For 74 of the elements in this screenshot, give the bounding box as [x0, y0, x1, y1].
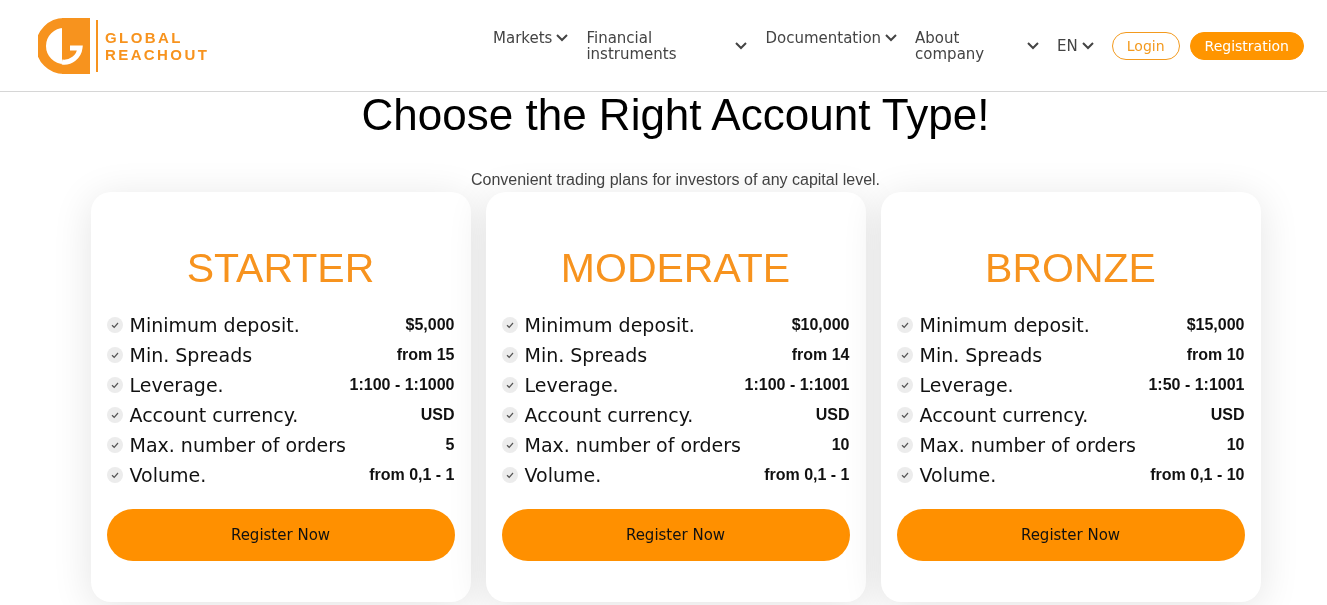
check-icon — [501, 377, 518, 393]
check-icon — [106, 347, 123, 363]
logo-icon — [38, 17, 90, 74]
nav-link[interactable]: About company — [915, 29, 1040, 62]
feature-value: from 0,1 - 1 — [369, 466, 455, 484]
feature-value: 10 — [831, 436, 850, 454]
section-title: Choose the Right Account Type! — [360, 92, 991, 138]
feature-label: Minimum deposit. — [129, 314, 300, 336]
feature-label: Minimum deposit. — [524, 314, 695, 336]
feature-label: Min. Spreads — [919, 344, 1043, 366]
feature-label: Leverage. — [919, 374, 1014, 396]
check-icon — [106, 377, 123, 393]
feature-label: Minimum deposit. — [919, 314, 1090, 336]
chevron-down-icon — [885, 33, 898, 42]
check-icon — [896, 437, 913, 453]
chevron-down-icon — [556, 33, 569, 42]
feature-label: Account currency. — [524, 404, 694, 426]
feature-label: Volume. — [919, 464, 997, 486]
plan-title: MODERATE — [559, 244, 792, 292]
check-icon — [106, 467, 123, 483]
register-button[interactable]: Register Now — [501, 509, 850, 561]
feature-value: from 14 — [791, 346, 850, 364]
feature-value: from 0,1 - 10 — [1150, 466, 1245, 484]
feature-value: USD — [1210, 406, 1245, 424]
check-icon — [896, 377, 913, 393]
feature-value: $5,000 — [405, 316, 455, 334]
check-icon — [896, 407, 913, 423]
feature-value: 5 — [445, 436, 455, 454]
check-icon — [896, 317, 913, 333]
feature-value: from 10 — [1186, 346, 1245, 364]
brand-name: GLOBAL REACHOUT — [105, 28, 210, 63]
check-icon — [106, 437, 123, 453]
feature-label: Leverage. — [129, 374, 224, 396]
nav-link[interactable]: Documentation — [765, 29, 898, 46]
feature-value: USD — [815, 406, 850, 424]
feature-value: 1:100 - 1:1001 — [744, 376, 850, 394]
check-icon — [501, 407, 518, 423]
feature-value: $15,000 — [1186, 316, 1245, 334]
feature-value: $10,000 — [791, 316, 850, 334]
chevron-down-icon — [735, 41, 748, 50]
feature-label: Max. number of orders — [919, 434, 1136, 456]
feature-label: Volume. — [129, 464, 207, 486]
chevron-down-icon — [1081, 41, 1094, 50]
check-icon — [501, 317, 518, 333]
register-button[interactable]: Register Now — [896, 509, 1245, 561]
check-icon — [106, 317, 123, 333]
feature-label: Max. number of orders — [129, 434, 346, 456]
check-icon — [106, 407, 123, 423]
check-icon — [896, 347, 913, 363]
plan-title: STARTER — [185, 244, 376, 292]
language-selector[interactable]: EN — [1057, 36, 1094, 55]
register-button[interactable]: Register Now — [106, 509, 455, 561]
feature-label: Max. number of orders — [524, 434, 741, 456]
feature-label: Leverage. — [524, 374, 619, 396]
check-icon — [896, 467, 913, 483]
nav-link[interactable]: Markets — [493, 29, 569, 46]
feature-value: from 0,1 - 1 — [764, 466, 850, 484]
check-icon — [501, 467, 518, 483]
feature-value: 1:100 - 1:1000 — [349, 376, 455, 394]
feature-label: Min. Spreads — [129, 344, 253, 366]
feature-label: Min. Spreads — [524, 344, 648, 366]
chevron-down-icon — [1027, 41, 1040, 50]
feature-label: Account currency. — [919, 404, 1089, 426]
feature-label: Volume. — [524, 464, 602, 486]
feature-value: 10 — [1226, 436, 1245, 454]
plan-title: BRONZE — [984, 244, 1157, 292]
feature-value: 1:50 - 1:1001 — [1148, 376, 1245, 394]
check-icon — [501, 347, 518, 363]
section-subtitle: Convenient trading plans for investors of any capital level. — [469, 170, 882, 190]
feature-label: Account currency. — [129, 404, 299, 426]
check-icon — [501, 437, 518, 453]
feature-value: from 15 — [396, 346, 455, 364]
feature-value: USD — [420, 406, 455, 424]
nav-link[interactable]: Financial instruments — [586, 29, 748, 62]
